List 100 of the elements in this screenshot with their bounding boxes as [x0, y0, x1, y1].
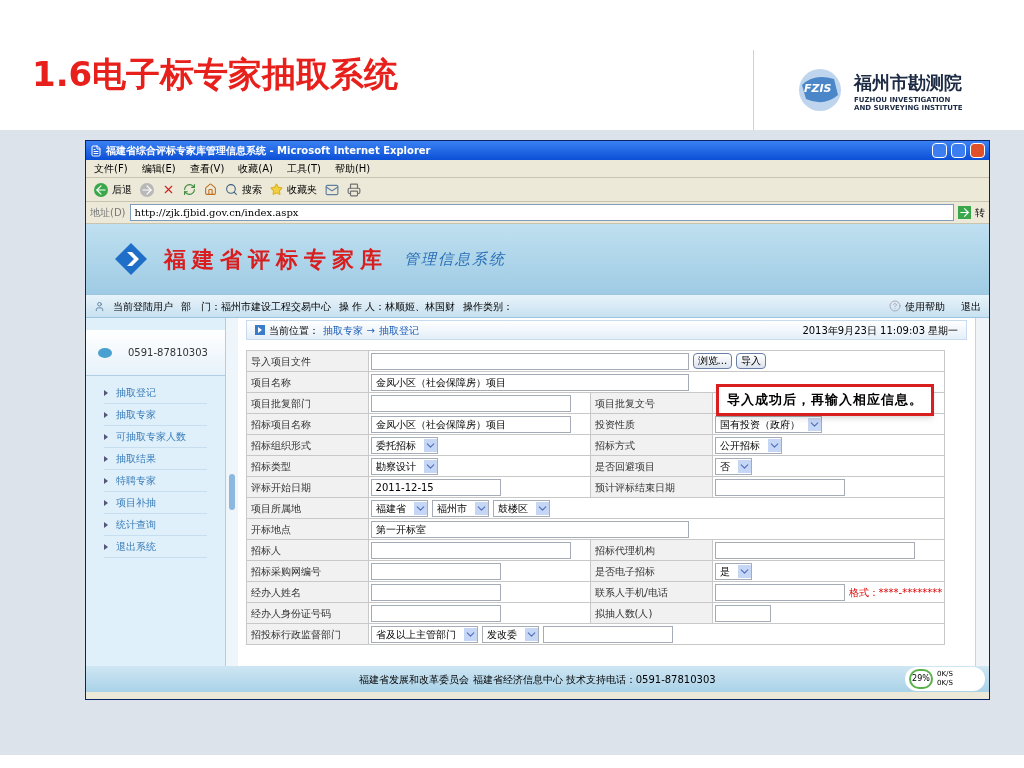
field-label: 项目名称 — [246, 372, 369, 393]
minimize-button[interactable] — [932, 143, 947, 158]
chevron-down-icon — [737, 459, 751, 473]
triangle-icon — [104, 499, 108, 506]
sidebar-item[interactable]: 抽取结果 — [104, 448, 207, 470]
field-label: 预计评标结束日期 — [590, 477, 713, 498]
close-button[interactable] — [970, 143, 985, 158]
site-subtitle: 管理信息系统 — [404, 248, 506, 270]
chevron-down-icon — [423, 459, 437, 473]
input-field[interactable] — [370, 562, 501, 580]
dropdown[interactable]: 发改委 — [481, 625, 539, 643]
refresh-icon[interactable] — [183, 183, 196, 196]
field-label: 经办人姓名 — [246, 582, 369, 603]
breadcrumb-item[interactable]: 抽取专家 — [322, 322, 363, 338]
logo-name: 福州市勘测院 — [854, 70, 963, 95]
button[interactable]: 浏览... — [692, 353, 733, 369]
input-field[interactable]: 2011-12-15 — [370, 478, 501, 496]
field-label: 招标类型 — [246, 456, 369, 477]
phone-number: 0591-87810303 — [128, 346, 208, 360]
input-field[interactable]: 金凤小区（社会保障房）项目 — [370, 415, 571, 433]
dropdown[interactable]: 省及以上主管部门 — [370, 625, 478, 643]
field-label: 招标方式 — [590, 435, 713, 456]
sidebar-item[interactable]: 特聘专家 — [104, 470, 207, 492]
mail-icon[interactable] — [325, 182, 339, 197]
input-field[interactable] — [542, 625, 673, 643]
input-field[interactable] — [714, 583, 845, 601]
maximize-button[interactable] — [951, 143, 966, 158]
input-field[interactable] — [370, 604, 501, 622]
menu-item[interactable]: 文件(F) — [94, 161, 128, 176]
input-field[interactable] — [370, 394, 571, 412]
input-field[interactable] — [370, 541, 571, 559]
input-field[interactable]: 第一开标室 — [370, 520, 689, 538]
menu-item[interactable]: 查看(V) — [189, 161, 225, 176]
breadcrumb-item: → — [366, 323, 375, 338]
chevron-down-icon — [524, 627, 538, 641]
triangle-icon — [104, 543, 108, 550]
sidebar-item[interactable]: 退出系统 — [104, 536, 207, 558]
forward-icon[interactable] — [140, 182, 154, 197]
input-field[interactable] — [370, 352, 689, 370]
button[interactable]: 导入 — [736, 353, 767, 369]
chevron-down-icon — [737, 564, 751, 578]
dropdown[interactable]: 否 — [714, 457, 752, 475]
input-field[interactable]: 金凤小区（社会保障房）项目 — [370, 373, 689, 391]
triangle-icon — [104, 411, 108, 418]
dropdown[interactable]: 是 — [714, 562, 752, 580]
input-field[interactable] — [714, 541, 915, 559]
user-info: 部 门：福州市建设工程交易中心 — [181, 299, 331, 314]
triangle-icon — [104, 433, 108, 440]
sidebar-item[interactable]: 抽取登记 — [104, 382, 207, 404]
home-icon[interactable] — [204, 183, 217, 196]
site-title: 福建省评标专家库 — [164, 244, 388, 274]
menu-item[interactable]: 收藏(A) — [238, 161, 273, 176]
back-button[interactable]: 后退 — [94, 182, 132, 197]
address-field[interactable]: http://zjk.fjbid.gov.cn/index.aspx — [129, 204, 954, 221]
input-field[interactable] — [714, 478, 845, 496]
field-label: 投资性质 — [590, 414, 713, 435]
menu-item[interactable]: 工具(T) — [287, 161, 321, 176]
scrollbar[interactable] — [975, 318, 989, 666]
chevron-down-icon — [474, 501, 488, 515]
field-label: 导入项目文件 — [246, 351, 369, 372]
diamond-logo-icon — [114, 242, 148, 276]
format-hint: 格式：****-******** — [848, 585, 943, 600]
dropdown[interactable]: 福州市 — [431, 499, 489, 517]
print-icon[interactable] — [347, 182, 361, 197]
menu-item[interactable]: 编辑(E) — [141, 161, 176, 176]
go-button[interactable]: 转 — [958, 205, 985, 220]
field-label: 项目批复文号 — [590, 393, 713, 414]
logout-link[interactable]: 退出 — [961, 298, 981, 314]
field-label: 联系人手机/电话 — [590, 582, 713, 603]
dropdown[interactable]: 勘察设计 — [370, 457, 438, 475]
breadcrumb-item[interactable]: 抽取登记 — [379, 322, 419, 338]
chevron-down-icon — [463, 627, 477, 641]
sidebar-item[interactable]: 抽取专家 — [104, 404, 207, 426]
field-label: 项目所属地 — [246, 498, 369, 519]
user-icon — [94, 300, 105, 312]
dropdown[interactable]: 委托招标 — [370, 436, 438, 454]
triangle-icon — [104, 389, 108, 396]
dropdown[interactable]: 鼓楼区 — [492, 499, 550, 517]
sidebar-item[interactable]: 项目补抽 — [104, 492, 207, 514]
triangle-icon — [104, 521, 108, 528]
collapse-handle[interactable] — [228, 474, 235, 510]
help-link[interactable]: 使用帮助 — [889, 298, 945, 314]
field-label: 招标组织形式 — [246, 435, 369, 456]
favorites-button[interactable]: 收藏夹 — [270, 182, 317, 197]
search-button[interactable]: 搜索 — [225, 182, 262, 197]
sidebar-item[interactable]: 可抽取专家人数 — [104, 426, 207, 448]
dropdown[interactable]: 福建省 — [370, 499, 428, 517]
menu-item[interactable]: 帮助(H) — [334, 161, 371, 176]
input-field[interactable] — [370, 583, 501, 601]
footer-text: 福建省发展和改革委员会 福建省经济信息中心 技术支持电话：0591-87810303 — [359, 672, 716, 687]
sidebar-item[interactable]: 统计查询 — [104, 514, 207, 536]
stop-icon[interactable] — [162, 183, 175, 196]
dropdown[interactable]: 公开招标 — [714, 436, 782, 454]
phone-icon — [98, 347, 112, 358]
chevron-down-icon — [535, 501, 549, 515]
window-title: 福建省综合评标专家库管理信息系统 - Microsoft Internet Explorer — [106, 144, 432, 158]
logo-text: FZIS — [804, 81, 832, 97]
input-field[interactable] — [714, 604, 771, 622]
user-info: 当前登陆用户 — [113, 299, 173, 314]
arrow-square-icon — [254, 325, 265, 335]
